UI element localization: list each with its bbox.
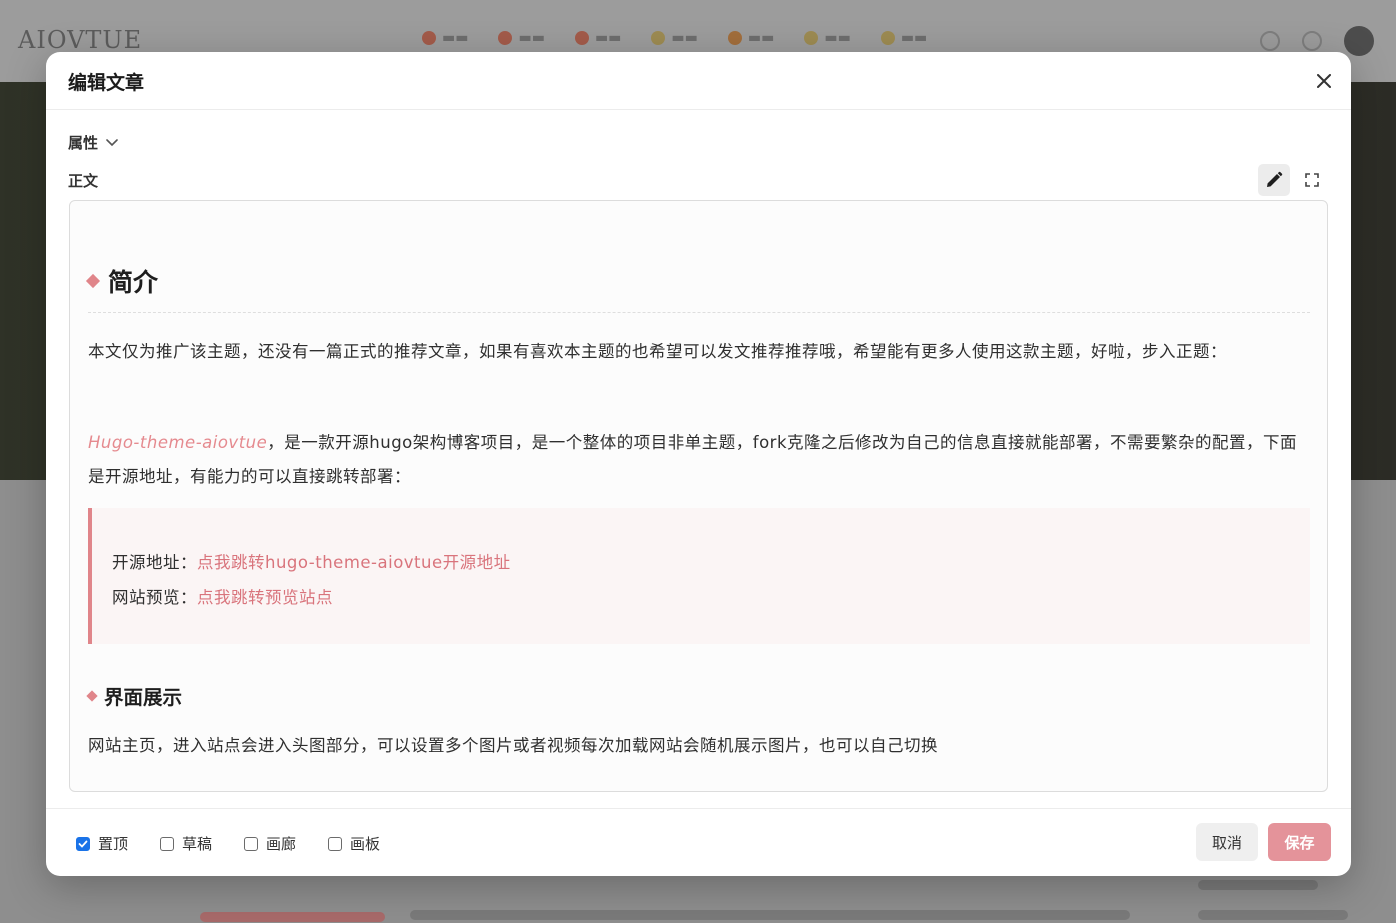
draft-checkbox[interactable]: 草稿 <box>160 833 212 854</box>
preview-line: 网站预览：点我跳转预览站点 <box>112 584 333 608</box>
background-theme-icon <box>1260 31 1280 51</box>
background-menu-item: ▬▬ <box>422 30 468 46</box>
source-line: 开源地址：点我跳转hugo-theme-aiovtue开源地址 <box>112 549 511 573</box>
pencil-icon <box>1267 171 1283 187</box>
edit-mode-button[interactable] <box>1258 164 1290 196</box>
pin-label: 置顶 <box>98 835 129 853</box>
checkbox-unchecked-icon <box>160 836 175 851</box>
ui-paragraph: 网站主页，进入站点会进入头图部分，可以设置多个图片或者视频每次加载网站会随机展示… <box>88 736 938 755</box>
heading-intro: 简介 <box>85 263 159 299</box>
intro-paragraph: 本文仅为推广该主题，还没有一篇正式的推荐文章，如果有喜欢本主题的也希望可以发文推… <box>88 342 1227 361</box>
gallery-label: 画廊 <box>266 835 297 853</box>
heading-divider <box>88 312 1310 313</box>
article-editor[interactable]: 简介 本文仅为推广该主题，还没有一篇正式的推荐文章，如果有喜欢本主题的也希望可以… <box>69 200 1328 792</box>
fullscreen-button[interactable] <box>1298 166 1326 194</box>
board-checkbox[interactable]: 画板 <box>328 833 380 854</box>
body-label: 正文 <box>68 172 99 190</box>
background-menu-item: ▬▬ <box>727 30 774 46</box>
source-link[interactable]: 点我跳转hugo-theme-aiovtue开源地址 <box>197 553 511 572</box>
checkbox-unchecked-icon <box>244 836 259 851</box>
diamond-icon <box>85 273 101 289</box>
background-logo: AIOVTUE <box>18 26 143 54</box>
close-icon <box>1317 74 1331 88</box>
cancel-button[interactable]: 取消 <box>1196 823 1258 861</box>
dialog-footer: 置顶 草稿 画廊 画板 取消 保存 <box>46 808 1351 876</box>
background-menu-item: ▬▬ <box>804 30 851 46</box>
theme-link[interactable]: Hugo-theme-aiovtue <box>88 433 267 452</box>
draft-label: 草稿 <box>182 835 213 853</box>
close-button[interactable] <box>1313 70 1335 92</box>
heading-intro-text: 简介 <box>108 268 159 297</box>
dialog-title: 编辑文章 <box>68 72 145 94</box>
theme-description: ，是一款开源hugo架构博客项目，是一个整体的项目非单主题，fork克隆之后修改… <box>88 433 1298 486</box>
save-button[interactable]: 保存 <box>1268 823 1331 861</box>
background-menu-item: ▬▬ <box>880 30 927 46</box>
links-blockquote: 开源地址：点我跳转hugo-theme-aiovtue开源地址 网站预览：点我跳… <box>88 508 1310 644</box>
pin-checkbox[interactable]: 置顶 <box>76 833 128 854</box>
background-menu-item: ▬▬ <box>574 30 621 46</box>
checkbox-unchecked-icon <box>328 836 343 851</box>
theme-paragraph: Hugo-theme-aiovtue，是一款开源hugo架构博客项目，是一个整体… <box>88 426 1310 494</box>
board-label: 画板 <box>350 835 381 853</box>
background-menu-item: ▬▬ <box>498 30 545 46</box>
properties-toggle[interactable]: 属性 <box>68 132 118 153</box>
heading-ui-text: 界面展示 <box>104 686 183 709</box>
properties-label: 属性 <box>68 134 99 152</box>
background-menu-item: ▬▬ <box>651 30 698 46</box>
option-checkboxes: 置顶 草稿 画廊 画板 <box>76 833 380 854</box>
preview-label: 网站预览： <box>112 588 197 607</box>
dialog-header: 编辑文章 <box>46 52 1351 110</box>
source-label: 开源地址： <box>112 553 197 572</box>
heading-ui: 界面展示 <box>86 681 183 710</box>
chevron-down-icon <box>106 138 118 146</box>
gallery-checkbox[interactable]: 画廊 <box>244 833 296 854</box>
preview-link[interactable]: 点我跳转预览站点 <box>197 588 333 607</box>
background-menu: ▬▬ ▬▬ ▬▬ ▬▬ ▬▬ ▬▬ ▬▬ <box>422 30 927 46</box>
fullscreen-icon <box>1305 173 1319 187</box>
background-search-icon <box>1302 31 1322 51</box>
checkbox-checked-icon <box>76 836 90 851</box>
diamond-icon <box>86 689 98 702</box>
edit-article-dialog: 编辑文章 属性 正文 简介 本文仅为推广该主题，还没有一篇正式的推荐文章，如果有… <box>46 52 1351 876</box>
